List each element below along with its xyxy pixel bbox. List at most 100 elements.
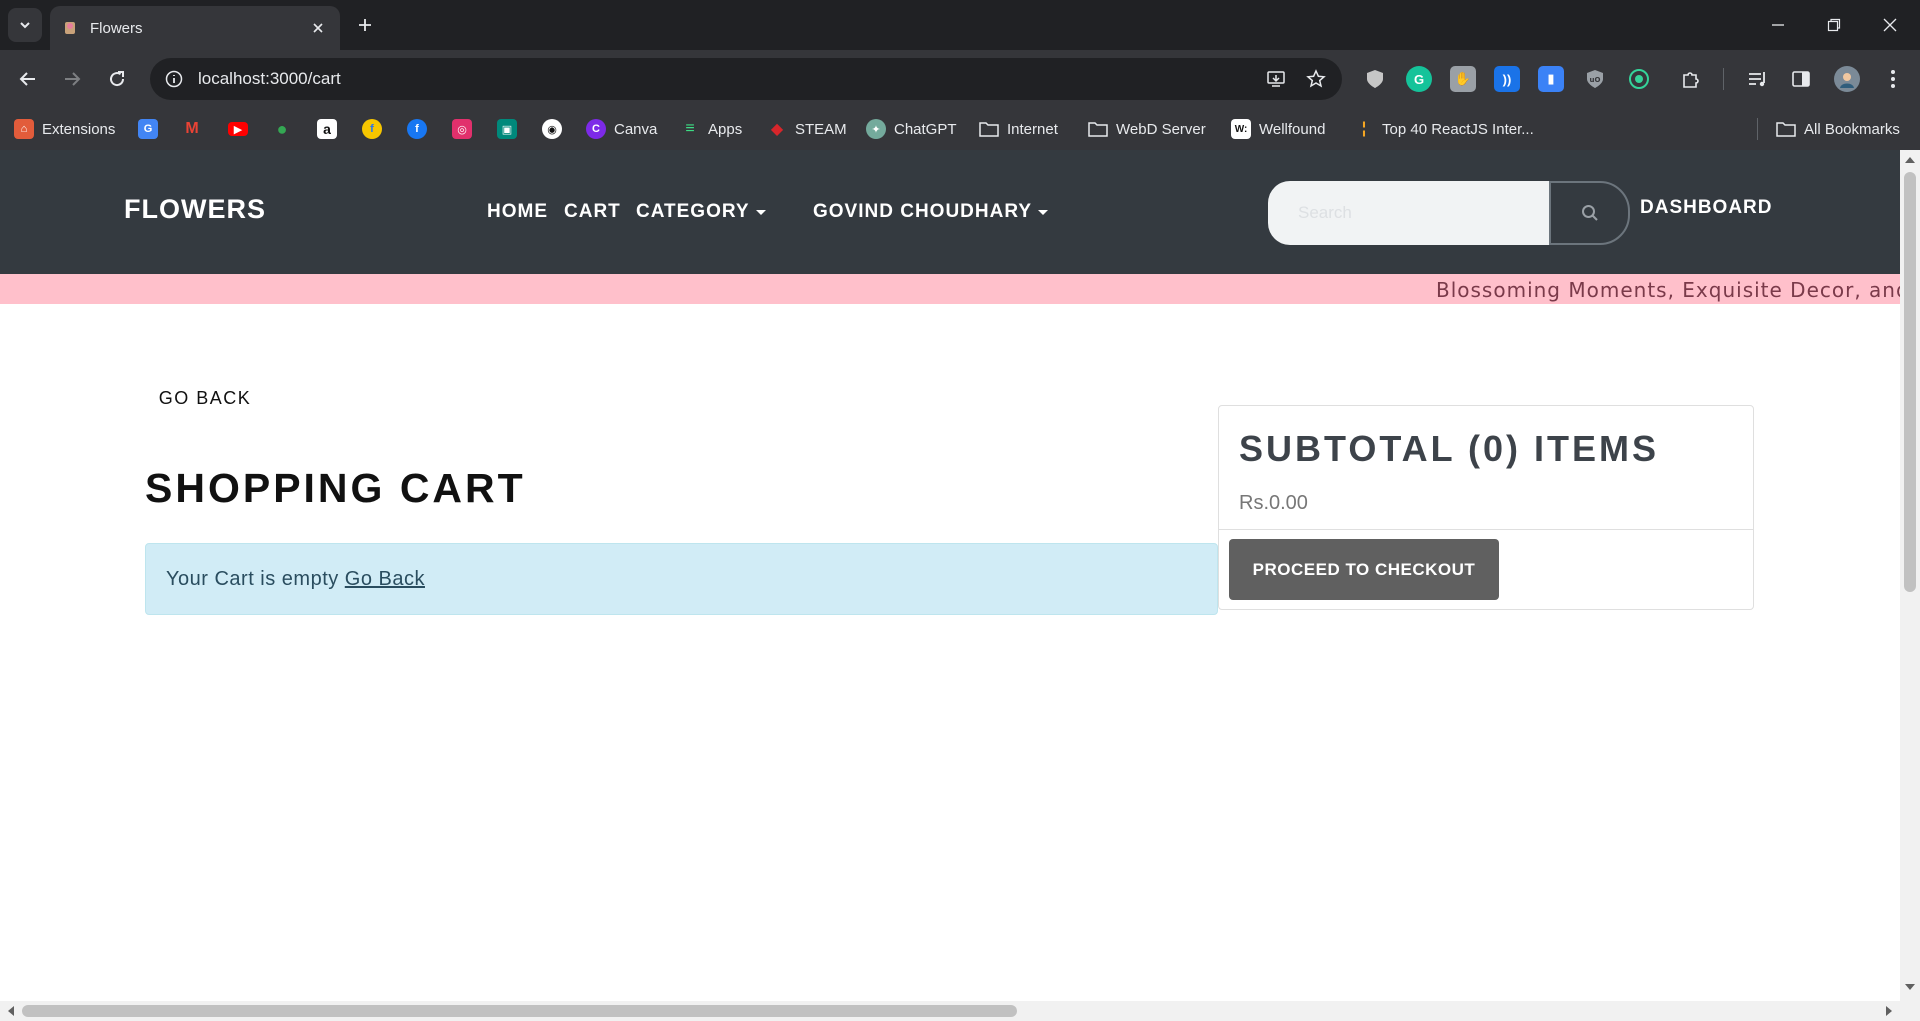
scroll-down-icon[interactable] [1905, 984, 1915, 992]
ublock-icon[interactable]: uO [1582, 66, 1608, 92]
site-info-icon[interactable] [164, 69, 184, 89]
address-bar[interactable]: localhost:3000/cart [150, 58, 1342, 100]
nav-home[interactable]: HOME [487, 201, 548, 223]
summary-divider [1219, 529, 1753, 530]
google-translate-icon: G [138, 119, 158, 139]
bookmark-apps[interactable]: ≡ Apps [680, 116, 742, 142]
tab-title: Flowers [90, 19, 143, 37]
bookmark-canva[interactable]: C Canva [586, 116, 657, 142]
page-viewport: FLOWERS HOME CART CATEGORY GOVIND CHOUDH… [0, 150, 1920, 1021]
canva-icon: C [586, 119, 606, 139]
browser-toolbar: localhost:3000/cart G ✋ )) ▮ uO [0, 50, 1920, 108]
bookmark-instagram[interactable]: ◎ [452, 116, 472, 142]
bookmark-steam[interactable]: ◆ STEAM [767, 116, 847, 142]
vertical-scroll-thumb[interactable] [1904, 172, 1916, 592]
install-app-icon[interactable] [1262, 65, 1290, 93]
steam-icon: ◆ [770, 121, 784, 138]
scroll-up-icon[interactable] [1905, 155, 1915, 163]
reload-button[interactable] [101, 63, 133, 95]
all-bookmarks-label: All Bookmarks [1804, 120, 1900, 138]
profile-avatar[interactable] [1834, 66, 1860, 92]
folder-icon [1776, 119, 1796, 139]
bookmark-maps[interactable]: ● [272, 116, 292, 142]
bookmark-flipkart[interactable]: f [362, 116, 382, 142]
bookmark-react-interview[interactable]: ¦ Top 40 ReactJS Inter... [1354, 116, 1534, 142]
page-title: SHOPPING CART [145, 465, 526, 511]
back-button[interactable] [12, 63, 44, 95]
bookmark-wellfound[interactable]: W: Wellfound [1231, 116, 1325, 142]
bookmark-youtube[interactable]: ▶ [228, 116, 248, 142]
bookmark-extensions[interactable]: ⌂ Extensions [14, 116, 115, 142]
scroll-right-icon[interactable] [1886, 1006, 1894, 1016]
bookmark-google-meet[interactable]: ▣ [497, 116, 517, 142]
bookmark-chatgpt[interactable]: ✦ ChatGPT [866, 116, 957, 142]
bookmark-label: Extensions [42, 120, 116, 138]
grammarly-icon[interactable]: G [1406, 66, 1432, 92]
browser-tab-bar: Flowers [0, 0, 1920, 50]
search-icon [1581, 205, 1598, 221]
arrow-left-icon [19, 72, 35, 86]
copy-extension-icon[interactable]: ▮ [1538, 66, 1564, 92]
bookmark-label: Apps [708, 120, 743, 138]
nav-dashboard[interactable]: DASHBOARD [1640, 197, 1773, 219]
bookmark-github[interactable]: ◉ [542, 116, 562, 142]
screenshot-extension-icon[interactable]: ✋ [1450, 66, 1476, 92]
bookmark-facebook[interactable]: f [407, 116, 427, 142]
close-window-button[interactable] [1870, 10, 1910, 40]
all-bookmarks[interactable]: All Bookmarks [1776, 116, 1900, 142]
new-tab-button[interactable] [352, 12, 378, 38]
caret-down-icon [755, 209, 766, 215]
read-aloud-icon[interactable]: )) [1494, 66, 1520, 92]
scroll-left-icon[interactable] [6, 1006, 14, 1016]
flipkart-icon: f [362, 119, 382, 139]
shield-extension-icon[interactable] [1362, 66, 1388, 92]
nav-category-dropdown[interactable]: CATEGORY [636, 201, 766, 223]
tab-close-icon[interactable] [308, 18, 328, 38]
nav-user-dropdown[interactable]: GOVIND CHOUDHARY [813, 201, 1049, 223]
nav-cart[interactable]: CART [564, 201, 621, 223]
empty-cart-message: Your Cart is empty [166, 567, 339, 590]
search-input[interactable] [1268, 181, 1550, 245]
bookmark-google-translate[interactable]: G [138, 116, 158, 142]
restore-button[interactable] [1814, 10, 1854, 40]
bookmark-amazon[interactable]: a [317, 116, 337, 142]
more-menu-icon[interactable] [1880, 66, 1906, 92]
nav-user-label: GOVIND CHOUDHARY [813, 201, 1033, 222]
caret-down-icon [1038, 209, 1049, 215]
bookmark-label: STEAM [795, 120, 847, 138]
bookmark-label: Canva [614, 120, 658, 138]
puzzle-extensions-icon[interactable] [1678, 66, 1704, 92]
empty-cart-go-back-link[interactable]: Go Back [345, 568, 425, 591]
plus-icon [359, 19, 371, 31]
media-control-icon[interactable] [1744, 66, 1770, 92]
site-navbar: FLOWERS HOME CART CATEGORY GOVIND CHOUDH… [0, 150, 1900, 274]
forward-button[interactable] [56, 63, 88, 95]
bookmark-label: Internet [1007, 120, 1058, 138]
side-panel-icon[interactable] [1788, 66, 1814, 92]
go-back-button[interactable]: GO BACK [145, 378, 265, 418]
marquee-text: Blossoming Moments, Exquisite Decor, and… [1436, 278, 1900, 302]
horizontal-scroll-thumb[interactable] [22, 1005, 1017, 1017]
search-button[interactable] [1549, 181, 1630, 245]
extensions-icon: ⌂ [14, 119, 34, 139]
site-brand[interactable]: FLOWERS [124, 194, 266, 225]
google-meet-icon: ▣ [497, 119, 517, 139]
proceed-to-checkout-button[interactable]: PROCEED TO CHECKOUT [1229, 539, 1499, 600]
star-icon[interactable] [1302, 65, 1330, 93]
maps-icon: ● [276, 118, 288, 139]
url-text: localhost:3000/cart [198, 69, 341, 88]
nav-category-label: CATEGORY [636, 201, 750, 222]
vertical-scrollbar[interactable] [1900, 150, 1920, 1001]
horizontal-scrollbar[interactable] [0, 1001, 1920, 1021]
subtotal-heading: SUBTOTAL (0) ITEMS [1239, 428, 1660, 469]
bookmarks-bar: ⌂ Extensions G M ▶ ● a f f ◎ ▣ ◉ C Canva ≡… [0, 108, 1920, 150]
youtube-icon: ▶ [228, 122, 248, 136]
minimize-button[interactable] [1758, 10, 1798, 40]
bookmark-webd-server[interactable]: WebD Server [1088, 116, 1206, 142]
browser-tab[interactable]: Flowers [50, 6, 340, 50]
tab-search-button[interactable] [8, 8, 42, 42]
target-extension-icon[interactable] [1626, 66, 1652, 92]
facebook-icon: f [407, 119, 427, 139]
bookmark-internet[interactable]: Internet [979, 116, 1058, 142]
bookmark-gmail[interactable]: M [182, 116, 202, 142]
